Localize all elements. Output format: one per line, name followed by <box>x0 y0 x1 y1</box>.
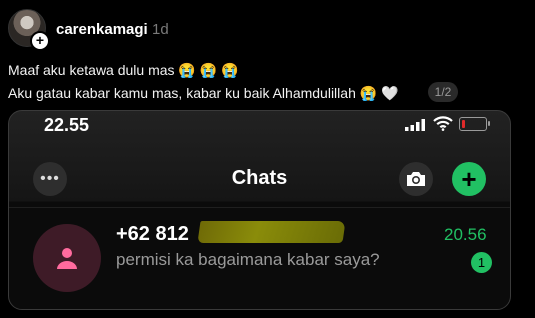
contact-avatar[interactable] <box>33 224 101 292</box>
battery-level <box>462 120 465 128</box>
chat-contact-name[interactable]: +62 812 <box>116 223 189 246</box>
person-icon <box>57 248 77 269</box>
new-chat-button[interactable]: + <box>452 162 486 196</box>
chat-screenshot-image[interactable]: 22.55 ••• Chats + +62 812 20.56 permisi … <box>8 110 511 310</box>
follow-plus-icon[interactable]: + <box>30 31 50 51</box>
unread-count-badge: 1 <box>471 252 492 273</box>
divider <box>9 207 510 208</box>
chat-last-message[interactable]: permisi ka bagaimana kabar saya? <box>116 250 380 270</box>
post-timestamp: 1d <box>152 21 169 38</box>
post-author-avatar[interactable]: + <box>8 9 50 51</box>
caption-line-2: Aku gatau kabar kamu mas, kabar ku baik … <box>8 85 399 101</box>
status-bar-time: 22.55 <box>44 115 90 135</box>
plus-icon: + <box>461 164 477 194</box>
caption-line-1: Maaf aku ketawa dulu mas 😭 😭 😭 <box>8 62 239 78</box>
camera-button[interactable] <box>399 162 433 196</box>
page-title: Chats <box>231 167 288 189</box>
chat-time: 20.56 <box>444 225 487 244</box>
battery-icon <box>459 117 490 131</box>
camera-icon <box>407 172 425 186</box>
media-pager-badge: 1/2 <box>428 82 458 102</box>
signal-icon <box>405 119 425 131</box>
redaction-mark <box>197 221 346 243</box>
post-username[interactable]: carenkamagi <box>56 21 148 38</box>
wifi-icon <box>433 116 453 131</box>
